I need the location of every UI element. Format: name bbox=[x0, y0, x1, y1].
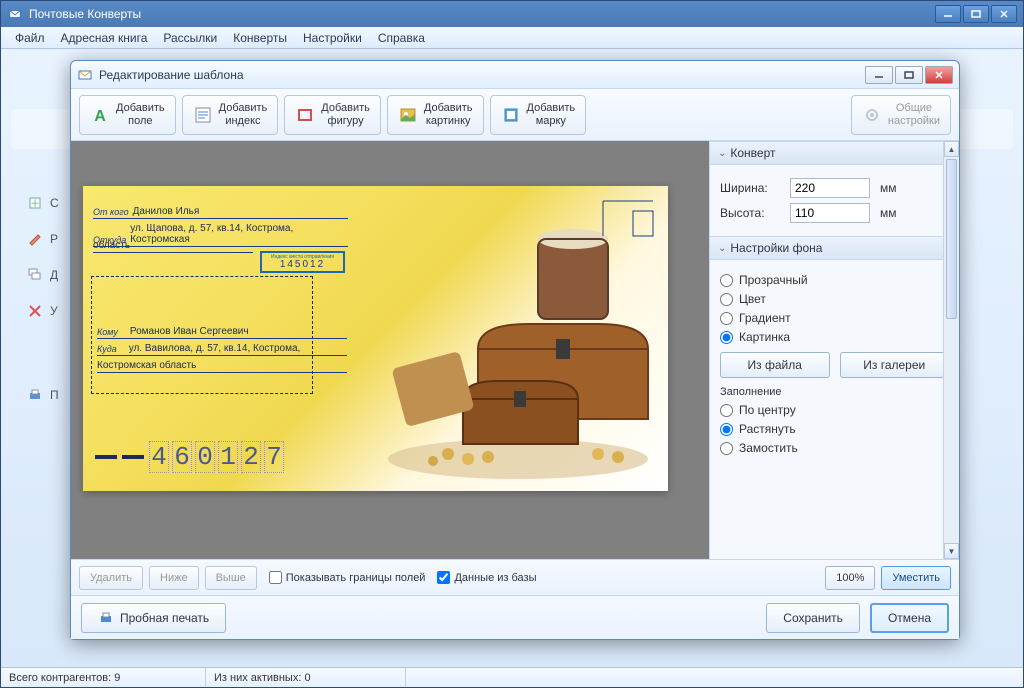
from-db-checkbox[interactable]: Данные из базы bbox=[437, 571, 536, 584]
gear-icon bbox=[862, 105, 882, 125]
chevron-down-icon: ⌄ bbox=[718, 243, 726, 254]
bg-color-radio[interactable] bbox=[720, 293, 733, 306]
bg-image-radio[interactable] bbox=[720, 331, 733, 344]
general-settings-button[interactable]: Общие настройки bbox=[851, 95, 951, 135]
fit-button[interactable]: Уместить bbox=[881, 566, 951, 590]
app-title: Почтовые Конверты bbox=[29, 7, 141, 21]
envelope-icon bbox=[77, 67, 93, 83]
dialog-footer-controls: Удалить Ниже Выше Показывать границы пол… bbox=[71, 559, 959, 595]
rect-icon bbox=[295, 105, 315, 125]
sender-index-box: Индекс места отправления 145012 bbox=[260, 251, 345, 273]
bg-gradient-radio[interactable] bbox=[720, 312, 733, 325]
status-bar: Всего контрагентов: 9 Из них активных: 0 bbox=[1, 667, 1023, 687]
fill-stretch-radio[interactable] bbox=[720, 423, 733, 436]
dialog-close-button[interactable] bbox=[925, 66, 953, 84]
fill-center-radio[interactable] bbox=[720, 404, 733, 417]
status-active: Из них активных: 0 bbox=[206, 668, 406, 687]
add-shape-button[interactable]: Добавить фигуру bbox=[284, 95, 381, 135]
menu-file[interactable]: Файл bbox=[7, 28, 53, 48]
dialog-minimize-button[interactable] bbox=[865, 66, 893, 84]
app-icon bbox=[7, 6, 23, 22]
to-name: Романов Иван Сергеевич bbox=[130, 326, 249, 338]
postal-code: 4 6 0 1 2 7 bbox=[95, 441, 284, 473]
chevron-down-icon: ⌄ bbox=[718, 148, 726, 159]
width-input[interactable] bbox=[790, 178, 870, 198]
add-stamp-button[interactable]: Добавить марку bbox=[490, 95, 587, 135]
bg-transparent-radio[interactable] bbox=[720, 274, 733, 287]
printer-icon bbox=[98, 610, 114, 626]
menu-bar: Файл Адресная книга Рассылки Конверты На… bbox=[1, 27, 1023, 49]
menu-mailings[interactable]: Рассылки bbox=[155, 28, 225, 48]
to-label: Кому bbox=[97, 327, 118, 338]
from-addr2: область bbox=[93, 240, 130, 252]
dialog-footer-actions: Пробная печать Сохранить Отмена bbox=[71, 595, 959, 639]
canvas-area[interactable]: От когоДанилов Илья Откудаул. Щапова, д.… bbox=[71, 141, 709, 559]
add-index-button[interactable]: Добавить индекс bbox=[182, 95, 279, 135]
cancel-button[interactable]: Отмена bbox=[870, 603, 949, 633]
menu-envelopes[interactable]: Конверты bbox=[225, 28, 295, 48]
width-unit: мм bbox=[880, 181, 897, 195]
from-name: Данилов Илья bbox=[133, 206, 200, 218]
scroll-down-button[interactable]: ▼ bbox=[944, 543, 959, 559]
lower-button[interactable]: Ниже bbox=[149, 566, 199, 590]
plus-icon: ＋ bbox=[26, 194, 44, 212]
menu-help[interactable]: Справка bbox=[370, 28, 433, 48]
stamp-corner bbox=[598, 196, 658, 241]
printer-icon bbox=[26, 386, 44, 404]
dialog-maximize-button[interactable] bbox=[895, 66, 923, 84]
zoom-button[interactable]: 100% bbox=[825, 566, 875, 590]
scroll-up-button[interactable]: ▲ bbox=[944, 141, 959, 157]
properties-panel: ⌄Конверт Ширина: мм Высота: мм ⌄Настройки … bbox=[709, 141, 959, 559]
menu-addressbook[interactable]: Адресная книга bbox=[53, 28, 156, 48]
to-addr-label: Куда bbox=[97, 344, 117, 355]
dialog-title: Редактирование шаблона bbox=[99, 68, 244, 82]
height-unit: мм bbox=[880, 206, 897, 220]
title-bar: Почтовые Конверты bbox=[1, 1, 1023, 27]
fill-label: Заполнение bbox=[720, 386, 949, 398]
add-image-button[interactable]: Добавить картинку bbox=[387, 95, 484, 135]
to-addr2: Костромская область bbox=[97, 360, 196, 372]
status-total: Всего контрагентов: 9 bbox=[1, 668, 206, 687]
pencil-icon bbox=[26, 230, 44, 248]
height-label: Высота: bbox=[720, 206, 790, 220]
dialog-toolbar: AДобавить поле Добавить индекс Добавить … bbox=[71, 89, 959, 141]
delete-icon bbox=[26, 302, 44, 320]
dialog-content: От когоДанилов Илья Откудаул. Щапова, д.… bbox=[71, 141, 959, 559]
envelope-bg-image bbox=[368, 206, 668, 491]
copy-icon bbox=[26, 266, 44, 284]
to-addr: ул. Вавилова, д. 57, кв.14, Кострома, bbox=[129, 343, 301, 355]
minimize-button[interactable] bbox=[935, 5, 961, 23]
image-icon bbox=[398, 105, 418, 125]
show-bounds-checkbox[interactable]: Показывать границы полей bbox=[269, 571, 426, 584]
bg-section-header[interactable]: ⌄Настройки фона bbox=[710, 236, 959, 260]
panel-scrollbar[interactable]: ▲ ▼ bbox=[943, 141, 959, 559]
dialog-titlebar: Редактирование шаблона bbox=[71, 61, 959, 89]
test-print-button[interactable]: Пробная печать bbox=[81, 603, 226, 633]
close-button[interactable] bbox=[991, 5, 1017, 23]
fill-tile-radio[interactable] bbox=[720, 442, 733, 455]
form-icon bbox=[193, 105, 213, 125]
envelope-preview[interactable]: От когоДанилов Илья Откудаул. Щапова, д.… bbox=[83, 186, 668, 491]
add-field-button[interactable]: AДобавить поле bbox=[79, 95, 176, 135]
envelope-section-header[interactable]: ⌄Конверт bbox=[710, 141, 959, 165]
svg-text:＋: ＋ bbox=[30, 199, 40, 210]
width-label: Ширина: bbox=[720, 181, 790, 195]
template-editor-dialog: Редактирование шаблона AДобавить поле До… bbox=[70, 60, 960, 640]
text-a-icon: A bbox=[90, 105, 110, 125]
svg-text:A: A bbox=[94, 108, 106, 125]
from-label: От кого bbox=[93, 207, 129, 218]
from-file-button[interactable]: Из файла bbox=[720, 352, 830, 378]
scroll-thumb[interactable] bbox=[946, 159, 957, 319]
delete-button[interactable]: Удалить bbox=[79, 566, 143, 590]
menu-settings[interactable]: Настройки bbox=[295, 28, 370, 48]
higher-button[interactable]: Выше bbox=[205, 566, 257, 590]
save-button[interactable]: Сохранить bbox=[766, 603, 860, 633]
maximize-button[interactable] bbox=[963, 5, 989, 23]
from-gallery-button[interactable]: Из галереи bbox=[840, 352, 950, 378]
height-input[interactable] bbox=[790, 203, 870, 223]
sender-index: 145012 bbox=[280, 260, 325, 270]
stamp-icon bbox=[501, 105, 521, 125]
